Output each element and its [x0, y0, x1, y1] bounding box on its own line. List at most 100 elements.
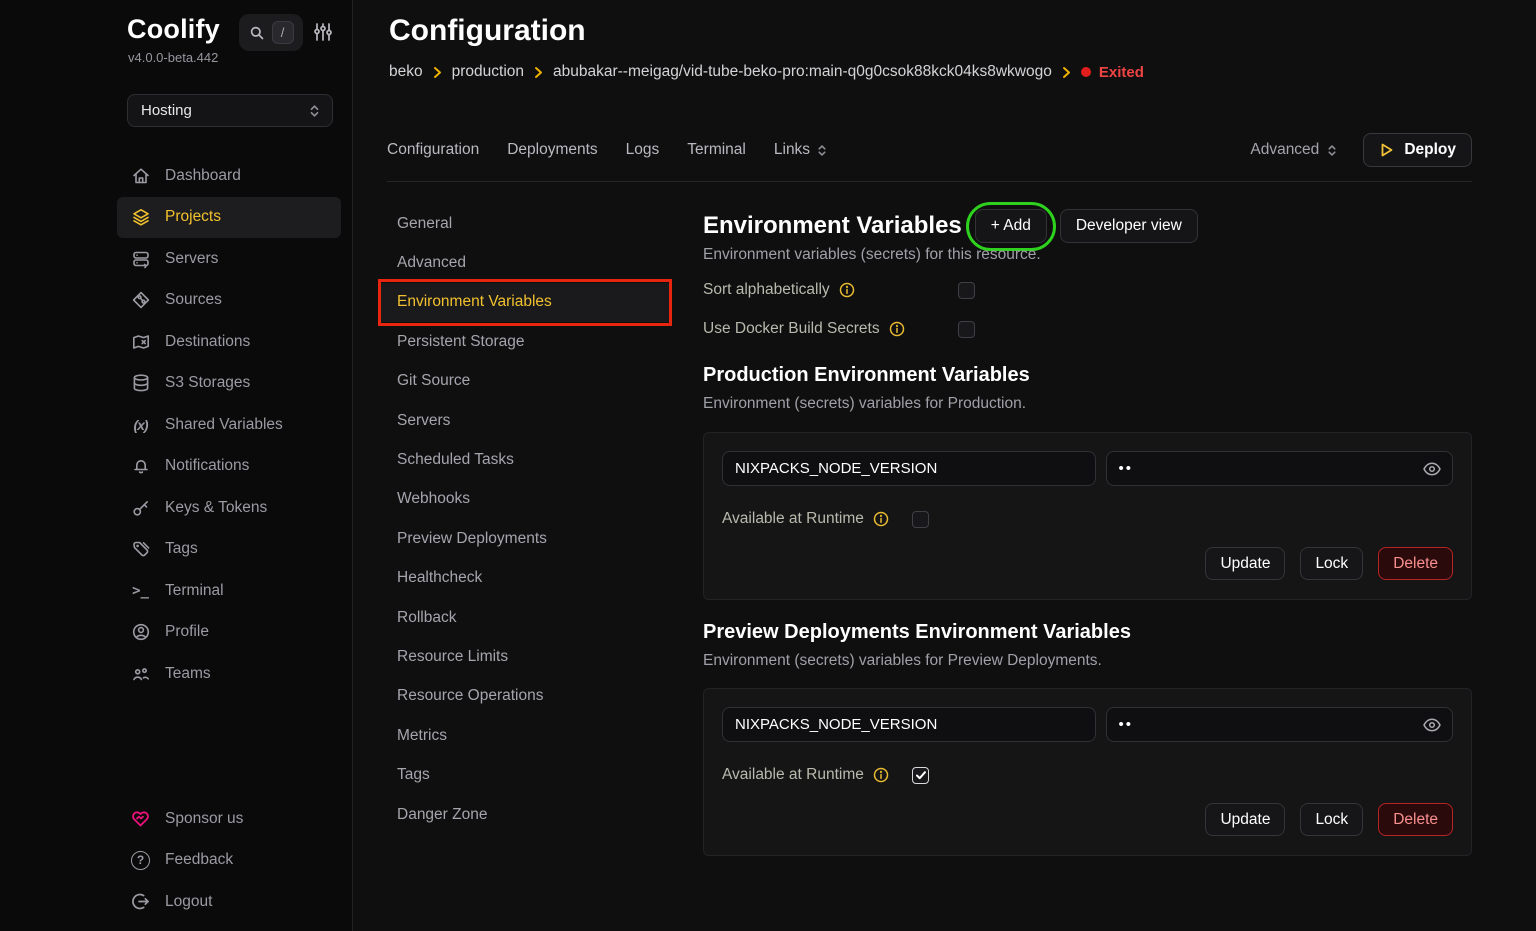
- tab-logs[interactable]: Logs: [626, 141, 660, 159]
- tab-terminal[interactable]: Terminal: [687, 141, 746, 159]
- info-icon: [839, 282, 855, 298]
- docker-build-secrets-label: Use Docker Build Secrets: [703, 320, 880, 338]
- play-icon: [1379, 142, 1394, 158]
- divider: [387, 181, 1472, 182]
- runtime-checkbox[interactable]: [912, 767, 929, 784]
- help-circle-icon: [130, 850, 151, 871]
- info-icon: [873, 767, 889, 783]
- sidebar-item-feedback[interactable]: Feedback: [117, 840, 341, 882]
- users-icon: [130, 663, 151, 684]
- subnav-item-scheduled-tasks[interactable]: Scheduled Tasks: [381, 440, 669, 479]
- advanced-dropdown[interactable]: Advanced: [1250, 141, 1338, 159]
- resource-tabbar: Configuration Deployments Logs Terminal …: [387, 133, 1472, 167]
- sidebar-item-shared-variables[interactable]: Shared Variables: [117, 404, 341, 446]
- delete-button[interactable]: Delete: [1378, 803, 1453, 836]
- sidebar-item-label: Tags: [165, 540, 198, 558]
- subnav-item-servers[interactable]: Servers: [381, 401, 669, 440]
- eye-icon[interactable]: [1422, 715, 1442, 740]
- tab-deployments[interactable]: Deployments: [507, 141, 597, 159]
- info-icon: [873, 511, 889, 527]
- sidebar-item-terminal[interactable]: Terminal: [117, 570, 341, 612]
- delete-button[interactable]: Delete: [1378, 547, 1453, 580]
- sort-alphabetically-label: Sort alphabetically: [703, 281, 830, 299]
- sidebar-item-notifications[interactable]: Notifications: [117, 446, 341, 488]
- subnav-item-resource-limits[interactable]: Resource Limits: [381, 637, 669, 676]
- production-variable-card: Available at Runtime Update Lock Delete: [703, 432, 1472, 600]
- subnav-item-general[interactable]: General: [381, 204, 669, 243]
- add-button-label: + Add: [991, 217, 1031, 235]
- tab-links[interactable]: Links: [774, 141, 828, 159]
- sort-alphabetically-checkbox[interactable]: [958, 282, 975, 299]
- breadcrumb: beko production abubakar--meigag/vid-tub…: [389, 63, 1144, 81]
- add-variable-button[interactable]: + Add: [975, 209, 1047, 243]
- sidebar-item-profile[interactable]: Profile: [117, 612, 341, 654]
- team-select[interactable]: Hosting: [127, 94, 333, 127]
- runtime-checkbox[interactable]: [912, 511, 929, 528]
- sidebar-item-teams[interactable]: Teams: [117, 653, 341, 695]
- deploy-button[interactable]: Deploy: [1363, 133, 1472, 167]
- settings-sliders-icon[interactable]: [312, 21, 336, 45]
- sidebar-item-label: Destinations: [165, 333, 250, 351]
- terminal-icon: [130, 580, 151, 601]
- bell-icon: [130, 456, 151, 477]
- subnav-item-metrics[interactable]: Metrics: [381, 716, 669, 755]
- subnav-item-preview-deployments[interactable]: Preview Deployments: [381, 519, 669, 558]
- subnav-item-resource-operations[interactable]: Resource Operations: [381, 677, 669, 716]
- developer-view-button[interactable]: Developer view: [1060, 209, 1198, 243]
- advanced-label: Advanced: [1250, 141, 1319, 159]
- sidebar-item-label: Shared Variables: [165, 416, 283, 434]
- sidebar-item-sponsor-us[interactable]: Sponsor us: [117, 798, 341, 840]
- breadcrumb-environment[interactable]: production: [452, 63, 524, 81]
- lock-button[interactable]: Lock: [1300, 803, 1363, 836]
- tab-configuration[interactable]: Configuration: [387, 141, 479, 159]
- sidebar-item-projects[interactable]: Projects: [117, 197, 341, 239]
- lock-button[interactable]: Lock: [1300, 547, 1363, 580]
- sidebar-item-label: Sponsor us: [165, 810, 243, 828]
- subnav-item-label: Environment Variables: [397, 293, 552, 311]
- chevron-updown-icon: [308, 104, 321, 118]
- layers-icon: [130, 207, 151, 228]
- search-icon: [249, 25, 265, 41]
- subnav-item-git-source[interactable]: Git Source: [381, 362, 669, 401]
- tab-links-label: Links: [774, 141, 810, 159]
- subnav-item-danger-zone[interactable]: Danger Zone: [381, 795, 669, 834]
- sidebar-item-servers[interactable]: Servers: [117, 238, 341, 280]
- docker-build-secrets-checkbox[interactable]: [958, 321, 975, 338]
- search-button[interactable]: /: [239, 14, 303, 51]
- sidebar-item-logout[interactable]: Logout: [117, 881, 341, 923]
- breadcrumb-resource[interactable]: abubakar--meigag/vid-tube-beko-pro:main-…: [553, 63, 1052, 81]
- docker-build-secrets-row: Use Docker Build Secrets: [703, 316, 975, 342]
- update-button[interactable]: Update: [1205, 803, 1285, 836]
- app-version: v4.0.0-beta.442: [128, 50, 218, 65]
- coolify-app: Coolify v4.0.0-beta.442 / Hosting Dashbo…: [0, 0, 1536, 931]
- env-value-input[interactable]: [1106, 707, 1454, 742]
- eye-icon[interactable]: [1422, 459, 1442, 484]
- runtime-label: Available at Runtime: [722, 510, 864, 528]
- sidebar-item-keys-tokens[interactable]: Keys & Tokens: [117, 487, 341, 529]
- subnav-item-environment-variables[interactable]: Environment Variables: [381, 283, 669, 322]
- sidebar-item-label: Profile: [165, 623, 209, 641]
- env-value-input[interactable]: [1106, 451, 1454, 486]
- heart-icon: [130, 808, 151, 829]
- tabs: Configuration Deployments Logs Terminal …: [387, 141, 828, 159]
- sidebar-item-sources[interactable]: Sources: [117, 280, 341, 322]
- sidebar-item-tags[interactable]: Tags: [117, 529, 341, 571]
- subnav-item-healthcheck[interactable]: Healthcheck: [381, 559, 669, 598]
- sidebar-item-s3-storages[interactable]: S3 Storages: [117, 363, 341, 405]
- env-key-input[interactable]: [722, 451, 1096, 486]
- deploy-label: Deploy: [1404, 141, 1456, 159]
- subnav-item-advanced[interactable]: Advanced: [381, 243, 669, 282]
- app-logo: Coolify: [127, 14, 220, 45]
- subnav-item-persistent-storage[interactable]: Persistent Storage: [381, 322, 669, 361]
- update-button[interactable]: Update: [1205, 547, 1285, 580]
- server-icon: [130, 248, 151, 269]
- subnav-item-tags[interactable]: Tags: [381, 755, 669, 794]
- sidebar-item-destinations[interactable]: Destinations: [117, 321, 341, 363]
- map-icon: [130, 331, 151, 352]
- sidebar-item-dashboard[interactable]: Dashboard: [117, 155, 341, 197]
- breadcrumb-project[interactable]: beko: [389, 63, 423, 81]
- production-heading: Production Environment Variables: [703, 364, 1030, 387]
- subnav-item-webhooks[interactable]: Webhooks: [381, 480, 669, 519]
- env-key-input[interactable]: [722, 707, 1096, 742]
- subnav-item-rollback[interactable]: Rollback: [381, 598, 669, 637]
